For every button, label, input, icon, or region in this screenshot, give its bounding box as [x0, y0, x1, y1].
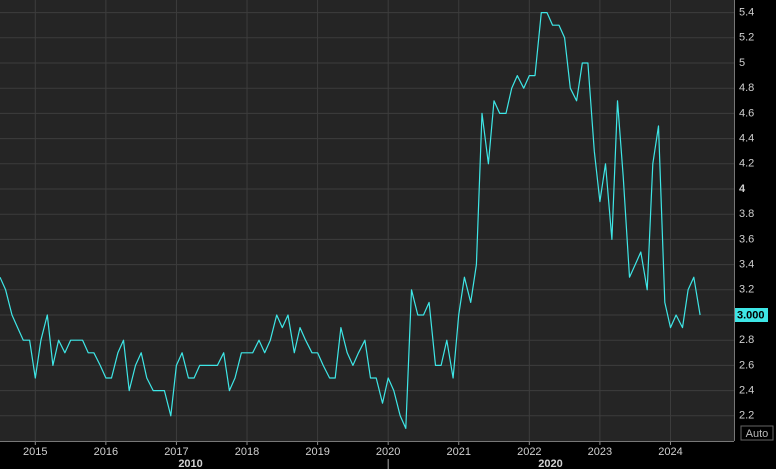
y-tick-label: 5.2 — [739, 32, 754, 44]
y-tick-label: 4 — [739, 183, 746, 195]
y-tick-label: 2.2 — [739, 410, 754, 422]
last-value-label: 3.000 — [737, 309, 765, 321]
decade-label: 2020 — [538, 458, 562, 469]
x-tick-label: 2019 — [305, 446, 329, 458]
x-tick-label: 2024 — [658, 446, 682, 458]
x-tick-label: 2017 — [164, 446, 188, 458]
x-tick-label: 2020 — [376, 446, 400, 458]
auto-button-label[interactable]: Auto — [746, 428, 769, 440]
auto-button[interactable]: Auto — [740, 425, 774, 441]
y-tick-label: 2.8 — [739, 334, 754, 346]
y-tick-label: 2.4 — [739, 385, 754, 397]
y-tick-label: 3.2 — [739, 284, 754, 296]
x-tick-label: 2022 — [517, 446, 541, 458]
x-tick-label: 2018 — [235, 446, 259, 458]
y-tick-label: 3.8 — [739, 208, 754, 220]
decade-label: 2010 — [178, 458, 202, 469]
y-tick-label: 5 — [739, 57, 745, 69]
y-tick-label: 3.6 — [739, 233, 754, 245]
y-tick-label: 2.6 — [739, 359, 754, 371]
y-tick-label: 4.6 — [739, 107, 754, 119]
y-tick-label: 4.8 — [739, 82, 754, 94]
last-value-badge: 3.000 — [735, 308, 768, 322]
y-tick-label: 4.4 — [739, 133, 754, 145]
y-tick-label: 5.4 — [739, 7, 754, 19]
x-tick-label: 2021 — [447, 446, 471, 458]
y-tick-label: 3.4 — [739, 259, 754, 271]
x-tick-label: 2016 — [94, 446, 118, 458]
x-tick-label: 2023 — [588, 446, 612, 458]
x-tick-label: 2015 — [23, 446, 47, 458]
y-tick-label: 4.2 — [739, 158, 754, 170]
line-chart: 2.22.42.62.833.23.43.63.844.24.44.64.855… — [0, 0, 776, 469]
plot-area — [0, 0, 734, 441]
